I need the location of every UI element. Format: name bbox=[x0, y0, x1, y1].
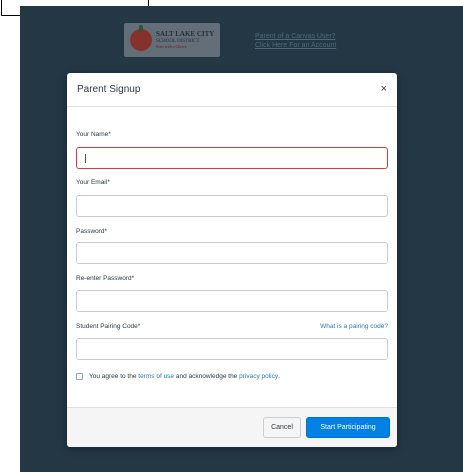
dialog-body: Your Name* Your Email* Password* Re-ente… bbox=[67, 107, 397, 406]
reenter-password-label: Re-enter Password* bbox=[76, 275, 135, 282]
dialog-footer: Cancel Start Participating bbox=[67, 407, 397, 447]
agreement-prefix: You agree to the bbox=[89, 373, 137, 380]
dialog-header: Parent Signup × bbox=[67, 73, 397, 107]
agreement-row: You agree to the terms of use and acknow… bbox=[76, 373, 280, 380]
terms-of-use-link[interactable]: terms of use bbox=[138, 373, 174, 380]
privacy-policy-link[interactable]: privacy policy bbox=[239, 373, 278, 380]
email-label: Your Email* bbox=[76, 179, 110, 186]
agreement-suffix: . bbox=[278, 373, 280, 380]
dialog-title: Parent Signup bbox=[77, 84, 141, 95]
password-label: Password* bbox=[76, 228, 108, 235]
start-participating-button[interactable]: Start Participating bbox=[306, 417, 390, 438]
email-input[interactable] bbox=[76, 195, 388, 217]
cancel-button[interactable]: Cancel bbox=[263, 417, 301, 438]
pairing-code-label: Student Pairing Code* bbox=[76, 323, 141, 330]
parent-signup-dialog: Parent Signup × Your Name* Your Email* P… bbox=[67, 73, 397, 447]
close-icon[interactable]: × bbox=[381, 84, 387, 95]
text-cursor bbox=[85, 154, 86, 163]
frame-left bbox=[0, 0, 20, 472]
reenter-password-input[interactable] bbox=[76, 290, 388, 312]
password-input[interactable] bbox=[76, 242, 388, 264]
pairing-code-input[interactable] bbox=[76, 338, 388, 360]
checkbox-icon[interactable] bbox=[76, 373, 83, 380]
name-input[interactable] bbox=[76, 147, 388, 169]
pairing-code-help-link[interactable]: What is a pairing code? bbox=[320, 323, 388, 330]
name-label: Your Name* bbox=[76, 131, 111, 138]
agreement-middle: and acknowledge the bbox=[175, 373, 238, 380]
